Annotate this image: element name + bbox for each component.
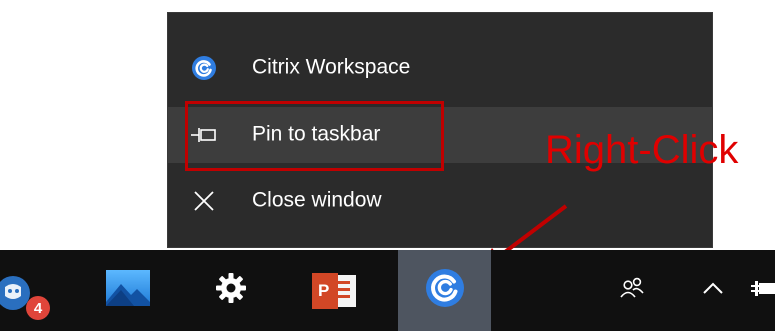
tray-people[interactable]: [612, 250, 652, 331]
menu-item-close-window[interactable]: Close window: [168, 176, 712, 226]
settings-gear-icon: [214, 271, 248, 310]
menu-item-label: Citrix Workspace: [252, 55, 411, 79]
taskbar: 4 P: [0, 250, 775, 331]
close-icon: [190, 187, 218, 215]
taskbar-app-settings[interactable]: [206, 250, 256, 331]
menu-item-label: Close window: [252, 188, 382, 212]
menu-item-citrix-workspace[interactable]: Citrix Workspace: [168, 43, 712, 93]
tray-show-hidden-icons[interactable]: [695, 250, 731, 331]
taskbar-app-citrix-workspace[interactable]: [398, 250, 491, 331]
annotation-text: Right-Click: [545, 128, 739, 172]
citrix-workspace-icon: [190, 54, 218, 82]
tray-power[interactable]: [745, 250, 775, 331]
pin-icon: [190, 121, 218, 149]
taskbar-app-photos[interactable]: [100, 250, 156, 331]
taskbar-app-powerpoint[interactable]: P: [306, 250, 362, 331]
powerpoint-icon: P: [310, 271, 358, 311]
photos-icon: [104, 268, 152, 313]
power-plug-icon: [749, 277, 775, 304]
menu-item-label: Pin to taskbar: [252, 122, 381, 146]
taskbar-app-chat[interactable]: 4: [0, 250, 60, 331]
notification-badge: 4: [26, 296, 50, 320]
chevron-up-icon: [701, 280, 725, 301]
people-icon: [618, 275, 646, 306]
citrix-workspace-icon: [424, 267, 466, 314]
